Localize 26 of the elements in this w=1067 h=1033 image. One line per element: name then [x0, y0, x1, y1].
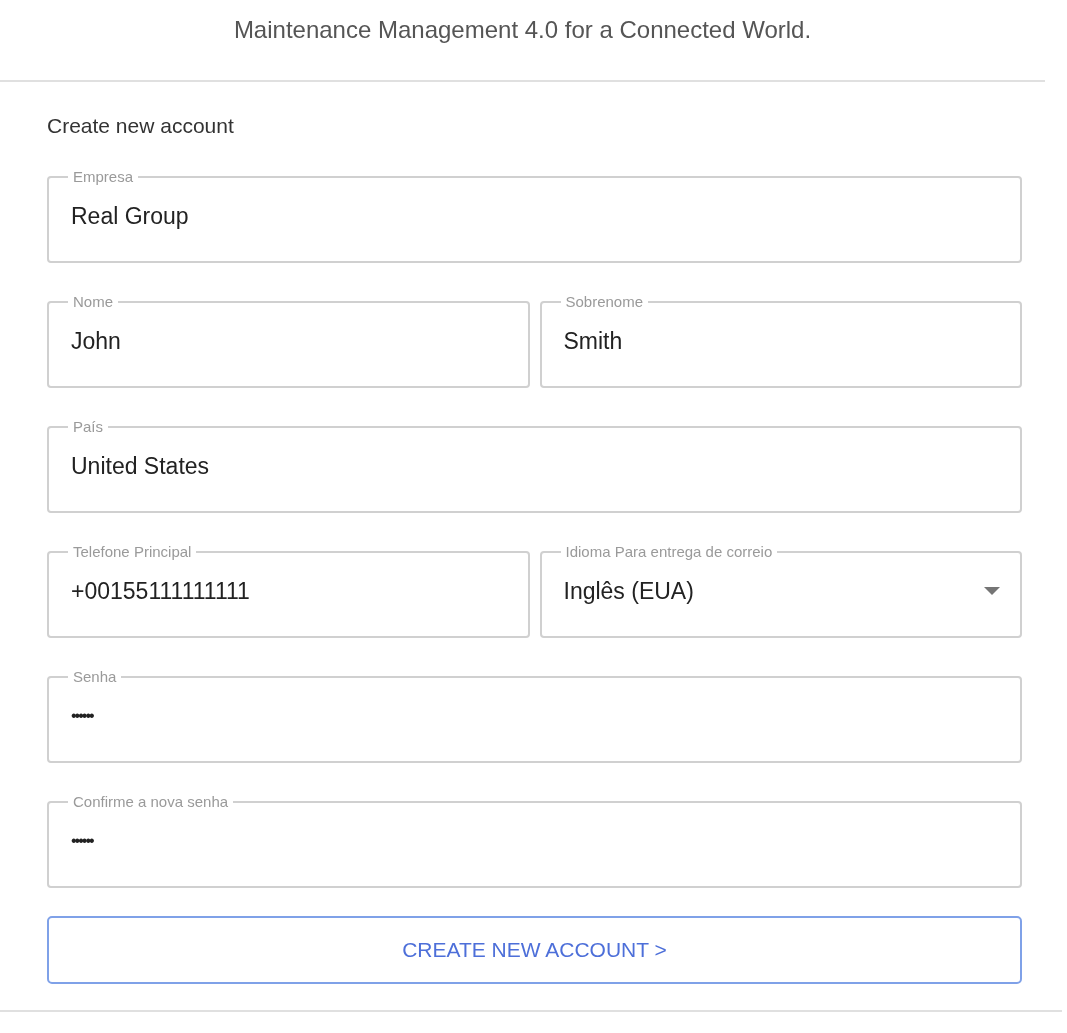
text-field[interactable]: Sobrenome Smith: [539, 293, 1022, 388]
field-value: United States: [71, 452, 210, 480]
form-heading: Create new account: [47, 113, 235, 139]
caret-icon: [984, 587, 1000, 595]
field-label: Empresa: [72, 168, 135, 186]
tagline: Maintenance Management 4.0 for a Connected World.: [233, 15, 812, 45]
field-label: Confirme a nova senha: [72, 793, 230, 811]
field-value: Inglês (EUA): [563, 577, 694, 605]
field-label: Nome: [72, 293, 114, 311]
field-label: Sobrenome: [564, 293, 645, 311]
field-label: Idioma Para entrega de correio: [564, 543, 774, 561]
text-field[interactable]: Telefone Principal +00155111111111: [47, 543, 530, 638]
field-value: +00155111111111: [71, 577, 250, 605]
field-label: País: [72, 418, 104, 436]
field-value: ••••••: [71, 706, 93, 726]
text-field[interactable]: País United States: [47, 418, 1022, 513]
field-label: Senha: [72, 668, 118, 686]
field-value: Real Group: [71, 202, 189, 230]
dropdown-field[interactable]: Idioma Para entrega de correio Inglês (EUA): [539, 543, 1022, 638]
password-field[interactable]: Senha ••••••: [47, 668, 1022, 763]
field-value: Smith: [563, 327, 623, 355]
field-value: John: [71, 327, 121, 355]
password-field[interactable]: Confirme a nova senha ••••••: [47, 793, 1022, 888]
field-value: ••••••: [71, 831, 93, 851]
field-label: Telefone Principal: [72, 543, 193, 561]
create-account-button[interactable]: CREATE NEW ACCOUNT >: [47, 916, 1022, 984]
